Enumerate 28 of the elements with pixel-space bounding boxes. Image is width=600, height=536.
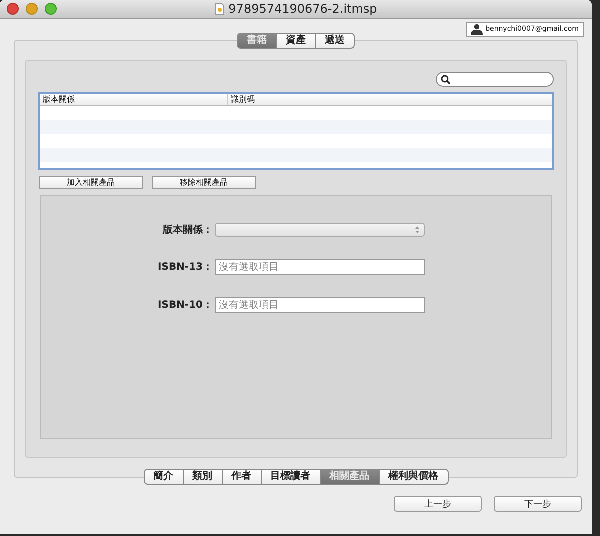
isbn13-field[interactable]: 沒有選取項目 — [215, 259, 425, 275]
tab[interactable]: 資產 — [277, 33, 316, 49]
search-icon — [441, 74, 451, 84]
close-button[interactable] — [7, 3, 19, 15]
table-action-button[interactable]: 加入相關產品 — [39, 176, 143, 189]
table-action-button[interactable]: 移除相關產品 — [152, 176, 256, 189]
tab[interactable]: 目標讀者 — [262, 469, 320, 485]
document-icon — [214, 3, 225, 15]
nav-button[interactable]: 上一步 — [394, 496, 482, 512]
tab[interactable]: 權利與價格 — [380, 469, 448, 485]
relation-dropdown[interactable] — [215, 223, 425, 237]
tab[interactable]: 簡介 — [144, 469, 184, 485]
isbn10-field[interactable]: 沒有選取項目 — [215, 297, 425, 313]
window-title: 9789574190676-2.itmsp — [228, 2, 378, 16]
nav-button[interactable]: 下一步 — [494, 496, 582, 512]
field-label: ISBN-13： — [157, 261, 214, 274]
tab[interactable]: 類別 — [184, 469, 222, 485]
field-label: ISBN-10： — [157, 299, 214, 312]
tab[interactable]: 作者 — [222, 469, 262, 485]
column-header[interactable]: 版本關係 — [40, 94, 228, 105]
tab[interactable]: 遞送 — [316, 33, 355, 49]
column-header[interactable]: 識別碼 — [228, 94, 255, 105]
stepper-arrows-icon — [415, 226, 420, 234]
user-icon — [470, 24, 483, 34]
zoom-button[interactable] — [45, 3, 57, 15]
minimize-button[interactable] — [26, 3, 38, 15]
search-field[interactable] — [436, 72, 554, 87]
field-label: 版本關係： — [162, 224, 214, 237]
